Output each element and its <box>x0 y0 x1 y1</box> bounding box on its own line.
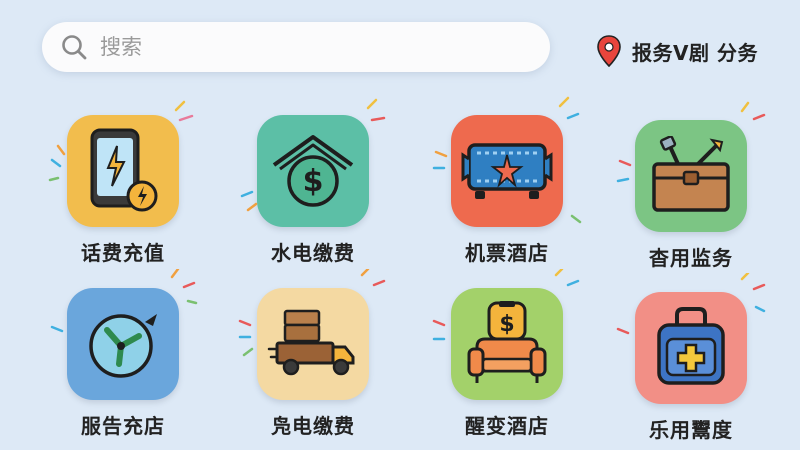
service-tile-tools[interactable]: 杳用监务 <box>596 101 786 280</box>
service-label: 杳用监务 <box>649 246 733 270</box>
svg-text:$: $ <box>499 312 514 337</box>
service-label: 凫电缴费 <box>271 414 355 438</box>
service-tile-travel[interactable]: 服告充店 <box>28 269 218 448</box>
service-tile-furniture[interactable]: $ 醒变酒店 <box>412 269 602 448</box>
service-tile-flights-hotels[interactable]: 机票酒店 <box>412 96 602 275</box>
toolbox-icon <box>652 136 730 212</box>
medical-bag-icon <box>657 307 725 385</box>
service-label: 话费充值 <box>81 241 165 265</box>
service-icon-box <box>238 269 386 400</box>
service-label: 服告充店 <box>81 414 165 438</box>
service-label: 机票酒店 <box>465 241 549 265</box>
phone-charge-icon <box>90 128 158 212</box>
svg-text:$: $ <box>303 164 324 199</box>
service-icon-box <box>50 269 198 400</box>
plane-icon <box>89 314 157 378</box>
service-icon-box <box>432 96 582 227</box>
dollar-coin-icon: $ <box>272 135 354 207</box>
service-label: 水电缴费 <box>271 241 355 265</box>
truck-icon <box>267 309 355 376</box>
service-icon-box: $ <box>432 269 580 400</box>
service-icon-box <box>48 100 194 227</box>
service-icon-box <box>616 101 766 232</box>
service-tile-medical[interactable]: 乐用鬻度 <box>596 273 786 450</box>
service-tile-phone-charge[interactable]: 话费充值 <box>28 100 218 275</box>
service-grid: 话费充值 $ 水电缴费 机票酒店 杳用监务 服告充店 凫电缴费 $ 醒变酒店 乐… <box>0 0 800 450</box>
service-label: 醒变酒店 <box>465 414 549 438</box>
service-icon-box <box>616 273 766 404</box>
service-tile-utilities[interactable]: $ 水电缴费 <box>218 98 408 275</box>
ticket-icon <box>461 143 553 199</box>
service-label: 乐用鬻度 <box>649 418 733 442</box>
service-tile-delivery[interactable]: 凫电缴费 <box>218 269 408 448</box>
armchair-icon: $ <box>467 301 547 383</box>
service-icon-box: $ <box>240 98 386 227</box>
